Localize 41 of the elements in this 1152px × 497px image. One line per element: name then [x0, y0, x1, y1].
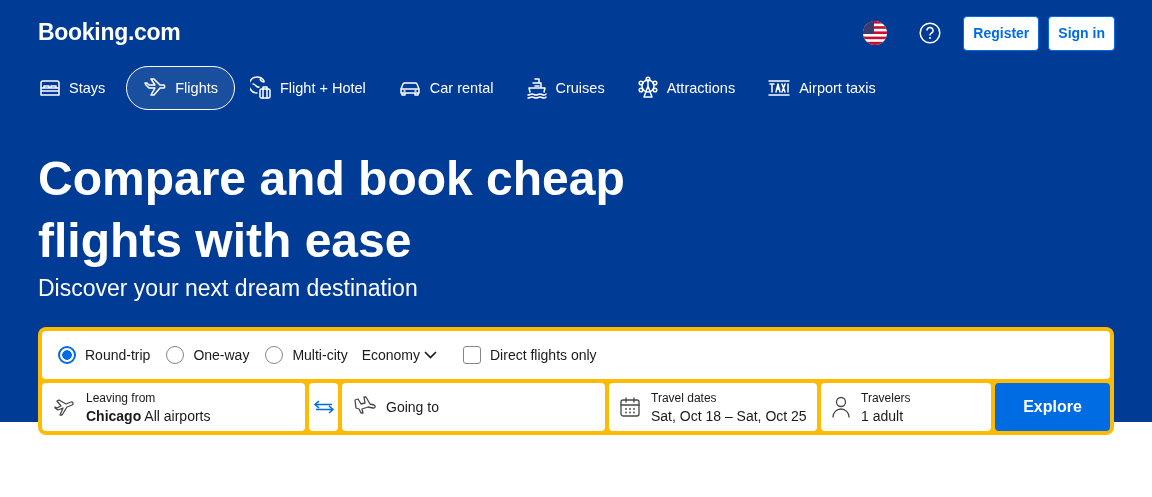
field-value: 1 adult: [861, 407, 905, 425]
nav-tab[interactable]: Flight + Hotel: [239, 66, 383, 110]
leaving-from-field[interactable]: Leaving from Chicago All airports: [42, 383, 305, 431]
taxi-sign-icon: [767, 79, 792, 97]
swap-icon: [312, 400, 335, 414]
register-button[interactable]: Register: [963, 15, 1040, 51]
field-label: Travelers: [861, 390, 911, 407]
field-value: Chicago All airports: [86, 407, 211, 425]
nav-tab[interactable]: Airport taxis: [756, 66, 893, 110]
help-icon[interactable]: [919, 22, 942, 44]
sign-in-button[interactable]: Sign in: [1048, 15, 1115, 51]
travelers-field[interactable]: Travelers 1 adult: [821, 383, 991, 431]
going-to-field[interactable]: Going to: [342, 383, 605, 431]
logo[interactable]: Booking.com: [38, 18, 181, 46]
calendar-icon: [619, 396, 641, 418]
trip-type-radio[interactable]: One-way: [166, 346, 250, 364]
ship-icon: [525, 76, 548, 100]
globe-suitcase-icon: [250, 76, 272, 100]
travel-dates-field[interactable]: Travel dates Sat, Oct 18 – Sat, Oct 25: [609, 383, 817, 431]
cabin-dropdown[interactable]: Economy: [361, 347, 437, 363]
trip-type-radio[interactable]: Round-trip: [58, 346, 151, 364]
bed-icon: [39, 78, 61, 98]
plane-icon: [143, 78, 168, 98]
nav-tab[interactable]: Car rental: [386, 66, 511, 110]
field-label: Leaving from: [86, 390, 157, 407]
explore-button[interactable]: Explore: [995, 383, 1110, 431]
nav-tab[interactable]: Attractions: [625, 66, 753, 110]
flag-icon[interactable]: [863, 21, 888, 45]
nav-tab[interactable]: Cruises: [514, 66, 622, 110]
nav-tab[interactable]: Flights: [126, 66, 235, 110]
field-label: Travel dates: [651, 390, 718, 407]
trip-type-radio[interactable]: Multi-city: [265, 346, 348, 364]
ferris-wheel-icon: [636, 76, 659, 100]
hero-subtitle: Discover your next dream destination: [38, 274, 419, 302]
field-value: Sat, Oct 18 – Sat, Oct 25: [651, 407, 807, 425]
nav-tab[interactable]: Stays: [28, 66, 123, 110]
chevron-down-icon: [424, 351, 437, 359]
direct-flights-checkbox[interactable]: Direct flights only: [463, 346, 597, 364]
swap-button[interactable]: [309, 383, 338, 431]
person-icon: [831, 395, 851, 419]
hero-title: Compare and book cheap flights with ease: [38, 151, 626, 269]
